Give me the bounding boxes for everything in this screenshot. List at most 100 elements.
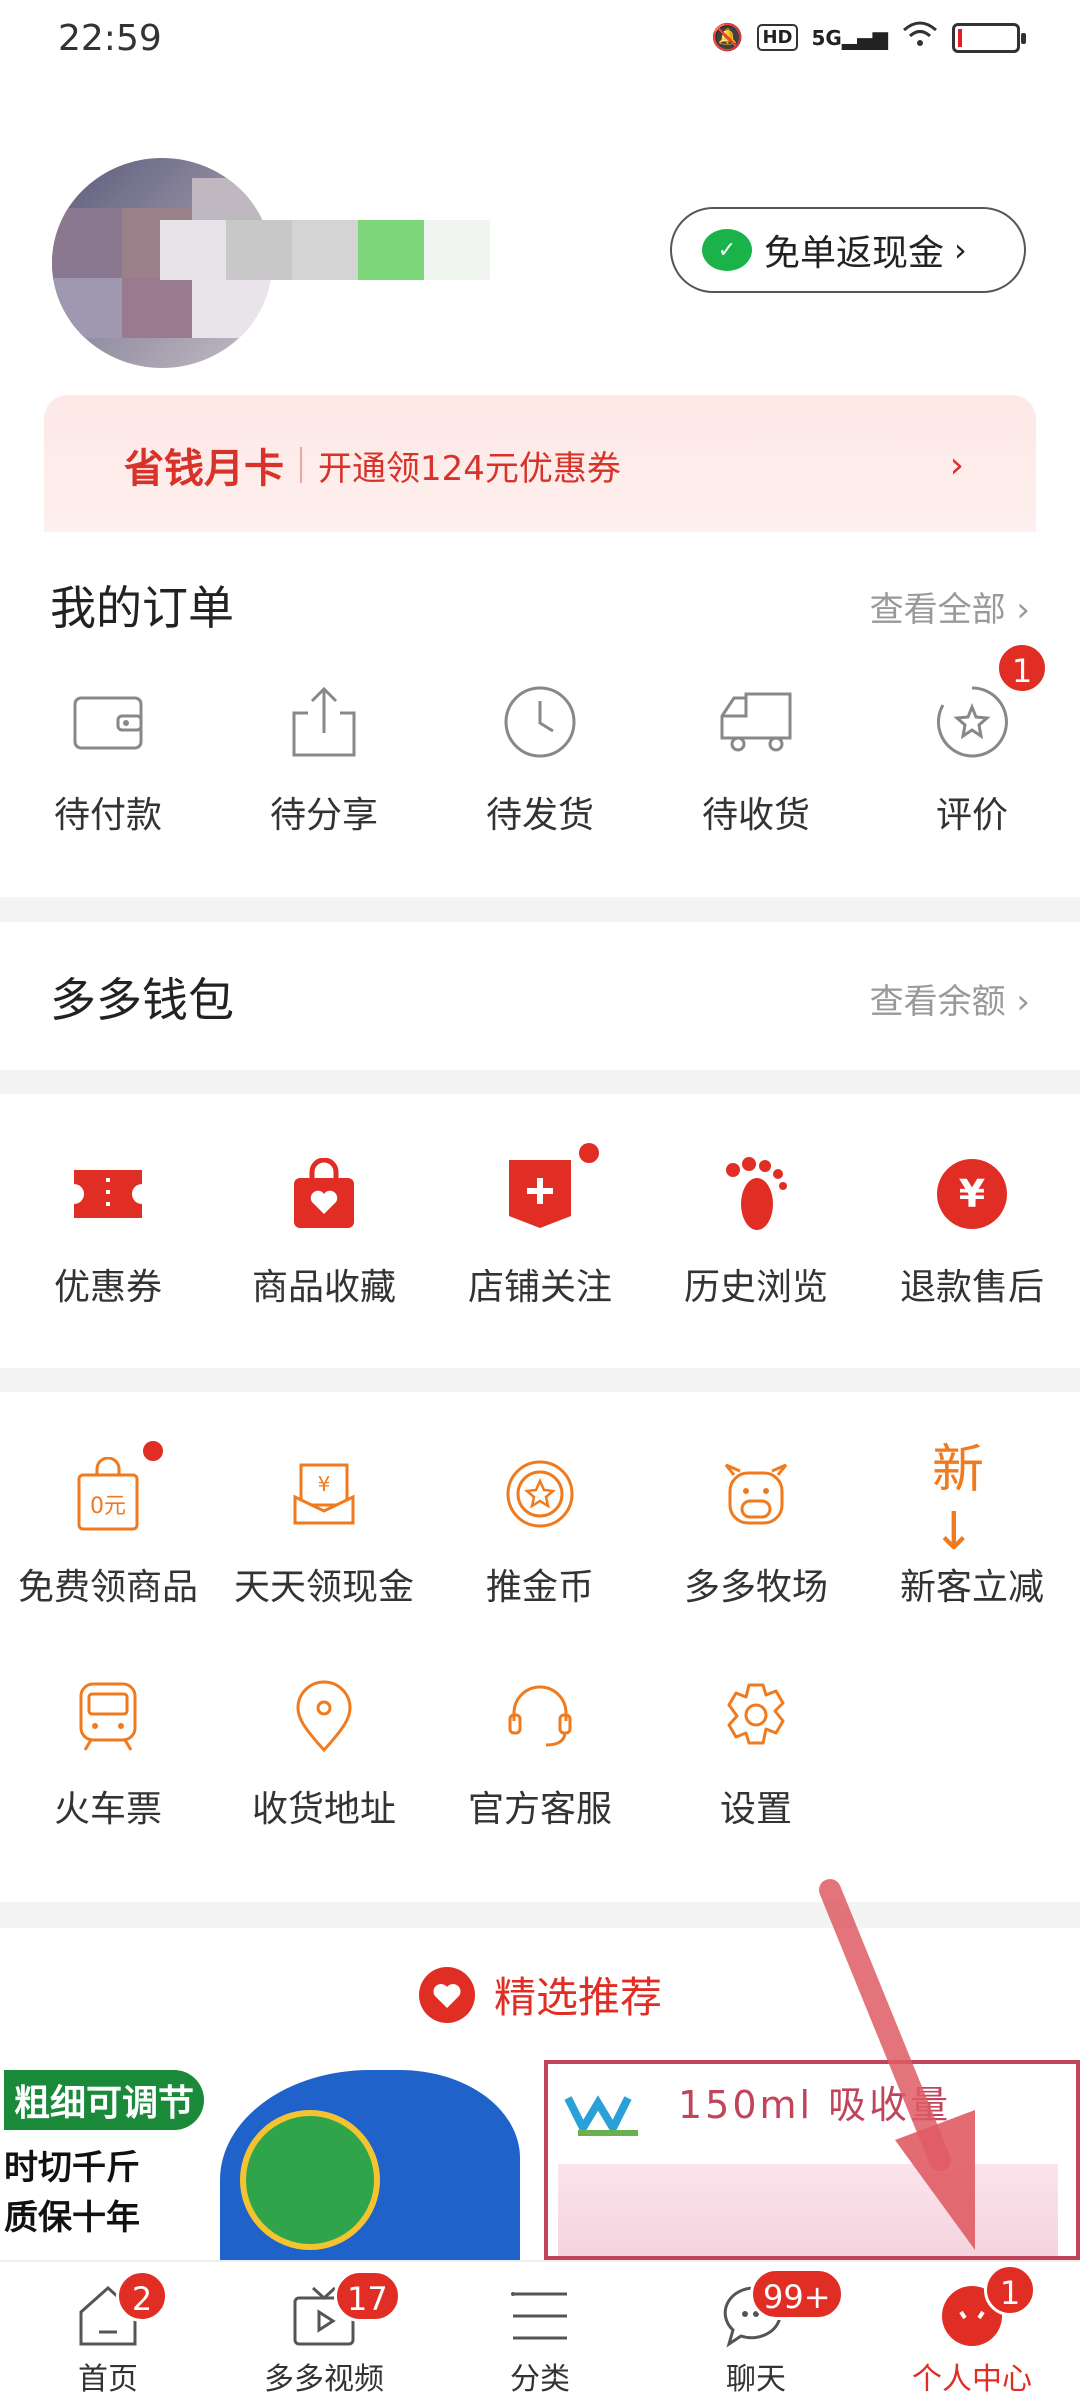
- wifi-icon: [902, 20, 938, 55]
- tab-category[interactable]: 分类: [432, 2262, 648, 2408]
- product-image-detail: [240, 2110, 380, 2250]
- free-cash-button[interactable]: ✓ 免单返现金 ›: [670, 207, 1026, 293]
- product-line2: 质保十年: [4, 2198, 140, 2238]
- tool-label: 火车票: [53, 1789, 162, 1830]
- free-goods-item[interactable]: 0元 免费领商品: [0, 1438, 216, 1610]
- address-item[interactable]: 收货地址: [216, 1676, 432, 1832]
- product-text: 150ml 吸收量: [678, 2083, 952, 2127]
- signal-icon: 5G▂▄▆: [811, 25, 889, 50]
- view-balance-label: 查看余额: [869, 982, 1006, 1022]
- service-label: 商品收藏: [251, 1267, 396, 1308]
- service-label: 店铺关注: [467, 1267, 612, 1308]
- tools-row-2: 火车票 收货地址 官方客服 设置: [0, 1676, 1080, 1832]
- services-row: 优惠券 商品收藏 店铺关注 历史浏览 ¥ 退款售后: [0, 1140, 1080, 1310]
- train-ticket-item[interactable]: 火车票: [0, 1676, 216, 1832]
- mute-icon: 🔕: [711, 22, 744, 53]
- product-image: [558, 2164, 1058, 2256]
- order-status-label: 待分享: [269, 795, 378, 836]
- new-user-discount-item[interactable]: 新↓ 新客立减: [864, 1440, 1080, 1610]
- history-item[interactable]: 历史浏览: [648, 1154, 864, 1310]
- train-icon: [68, 1676, 148, 1756]
- coupon-icon: [68, 1154, 148, 1234]
- view-all-label: 查看全部: [869, 590, 1006, 630]
- cash-envelope-icon: ¥: [284, 1454, 364, 1534]
- order-pending-payment[interactable]: 待付款: [0, 682, 216, 838]
- truck-icon: [716, 682, 796, 762]
- daily-cash-item[interactable]: ¥ 天天领现金: [216, 1454, 432, 1610]
- product-card[interactable]: 粗细可调节 时切千斤 质保十年: [0, 2060, 536, 2260]
- service-label: 历史浏览: [683, 1267, 828, 1308]
- bottom-tab-bar: 首页 2 多多视频 17 分类 聊天 99+ 个人中心 1: [0, 2260, 1080, 2408]
- product-tag: 粗细可调节: [4, 2070, 205, 2130]
- tab-videos[interactable]: 多多视频 17: [216, 2262, 432, 2408]
- order-status-label: 评价: [935, 795, 1008, 836]
- nickname-blurred: [160, 220, 490, 280]
- status-bar: 22:59 🔕 HD 5G▂▄▆: [0, 0, 1080, 82]
- bag-heart-icon: [284, 1154, 364, 1234]
- order-pending-share[interactable]: 待分享: [216, 682, 432, 838]
- refund-item[interactable]: ¥ 退款售后: [864, 1154, 1080, 1310]
- chevron-right-icon: ›: [949, 444, 964, 486]
- orders-title: 我的订单: [50, 581, 234, 635]
- coupons-item[interactable]: 优惠券: [0, 1154, 216, 1310]
- tool-label: 推金币: [485, 1567, 594, 1608]
- ranch-item[interactable]: 多多牧场: [648, 1454, 864, 1610]
- status-icons: 🔕 HD 5G▂▄▆: [711, 20, 1026, 55]
- heart-icon: [418, 1966, 475, 2023]
- tab-label: 多多视频: [264, 2362, 384, 2397]
- tab-profile[interactable]: 个人中心 1: [864, 2262, 1080, 2408]
- tool-label: 官方客服: [467, 1789, 612, 1830]
- order-status-label: 待付款: [53, 795, 162, 836]
- customer-service-item[interactable]: 官方客服: [432, 1676, 648, 1832]
- network-label: 5G: [811, 25, 842, 50]
- service-label: 退款售后: [899, 1267, 1044, 1308]
- tab-chat[interactable]: 聊天 99+: [648, 2262, 864, 2408]
- order-status-row: 待付款 待分享 待发货 待收货 评价 1: [0, 642, 1080, 838]
- tools-section: 0元 免费领商品 ¥ 天天领现金 推金币 多多牧场 新↓ 新客立减 火车票 收货…: [0, 1392, 1080, 1902]
- order-review[interactable]: 评价 1: [864, 642, 1080, 838]
- tab-home[interactable]: 首页 2: [0, 2262, 216, 2408]
- footprint-icon: [716, 1154, 796, 1234]
- location-icon: [284, 1676, 364, 1756]
- savings-card[interactable]: 省钱月卡 开通领124元优惠券 ›: [44, 395, 1036, 535]
- tool-label: 多多牧场: [683, 1567, 828, 1608]
- product-line1: 时切千斤: [4, 2148, 140, 2188]
- tab-label: 首页: [78, 2362, 138, 2397]
- wallet-title: 多多钱包: [50, 973, 234, 1027]
- order-status-label: 待发货: [485, 795, 594, 836]
- wallet-section[interactable]: 多多钱包 查看余额 ›: [0, 922, 1080, 1070]
- review-badge: 1: [996, 642, 1048, 694]
- brand-logo: [558, 2078, 658, 2138]
- refund-icon: ¥: [932, 1154, 1012, 1234]
- chevron-right-icon: ›: [954, 231, 967, 269]
- hd-icon: HD: [757, 24, 798, 51]
- tool-label: 免费领商品: [17, 1567, 198, 1608]
- cash-envelope-glyph: ¥: [318, 1472, 331, 1496]
- order-pending-shipment[interactable]: 待发货: [432, 682, 648, 838]
- tools-row-1: 0元 免费领商品 ¥ 天天领现金 推金币 多多牧场 新↓ 新客立减: [0, 1438, 1080, 1610]
- tab-badge: 2: [116, 2270, 168, 2322]
- store-follow-icon: [500, 1154, 580, 1234]
- recommend-title: 精选推荐: [493, 1973, 662, 2022]
- order-pending-receipt[interactable]: 待收货: [648, 682, 864, 838]
- settings-icon: [716, 1676, 796, 1756]
- review-icon: [932, 682, 1012, 762]
- new-user-glyph: 新↓: [932, 1439, 985, 1562]
- push-coin-item[interactable]: 推金币: [432, 1454, 648, 1610]
- free-bag-glyph: 0元: [90, 1494, 126, 1519]
- view-all-orders-link[interactable]: 查看全部 ›: [870, 582, 1030, 631]
- tool-label: 新客立减: [899, 1567, 1044, 1608]
- notification-dot: [576, 1140, 602, 1166]
- favorites-item[interactable]: 商品收藏: [216, 1154, 432, 1310]
- view-balance-link[interactable]: 查看余额 ›: [870, 974, 1030, 1023]
- product-card[interactable]: 150ml 吸收量: [544, 2060, 1080, 2260]
- settings-item[interactable]: 设置: [648, 1676, 864, 1832]
- tool-label: 天天领现金: [233, 1567, 414, 1608]
- svg-text:¥: ¥: [959, 1172, 985, 1216]
- headset-icon: [500, 1676, 580, 1756]
- category-icon: [511, 2292, 567, 2340]
- tab-label: 分类: [510, 2362, 570, 2397]
- store-follow-item[interactable]: 店铺关注: [432, 1140, 648, 1310]
- tab-badge: 17: [334, 2270, 401, 2322]
- profile-header: ✓ 免单返现金 › 省钱月卡 开通领124元优惠券 ›: [0, 82, 1080, 535]
